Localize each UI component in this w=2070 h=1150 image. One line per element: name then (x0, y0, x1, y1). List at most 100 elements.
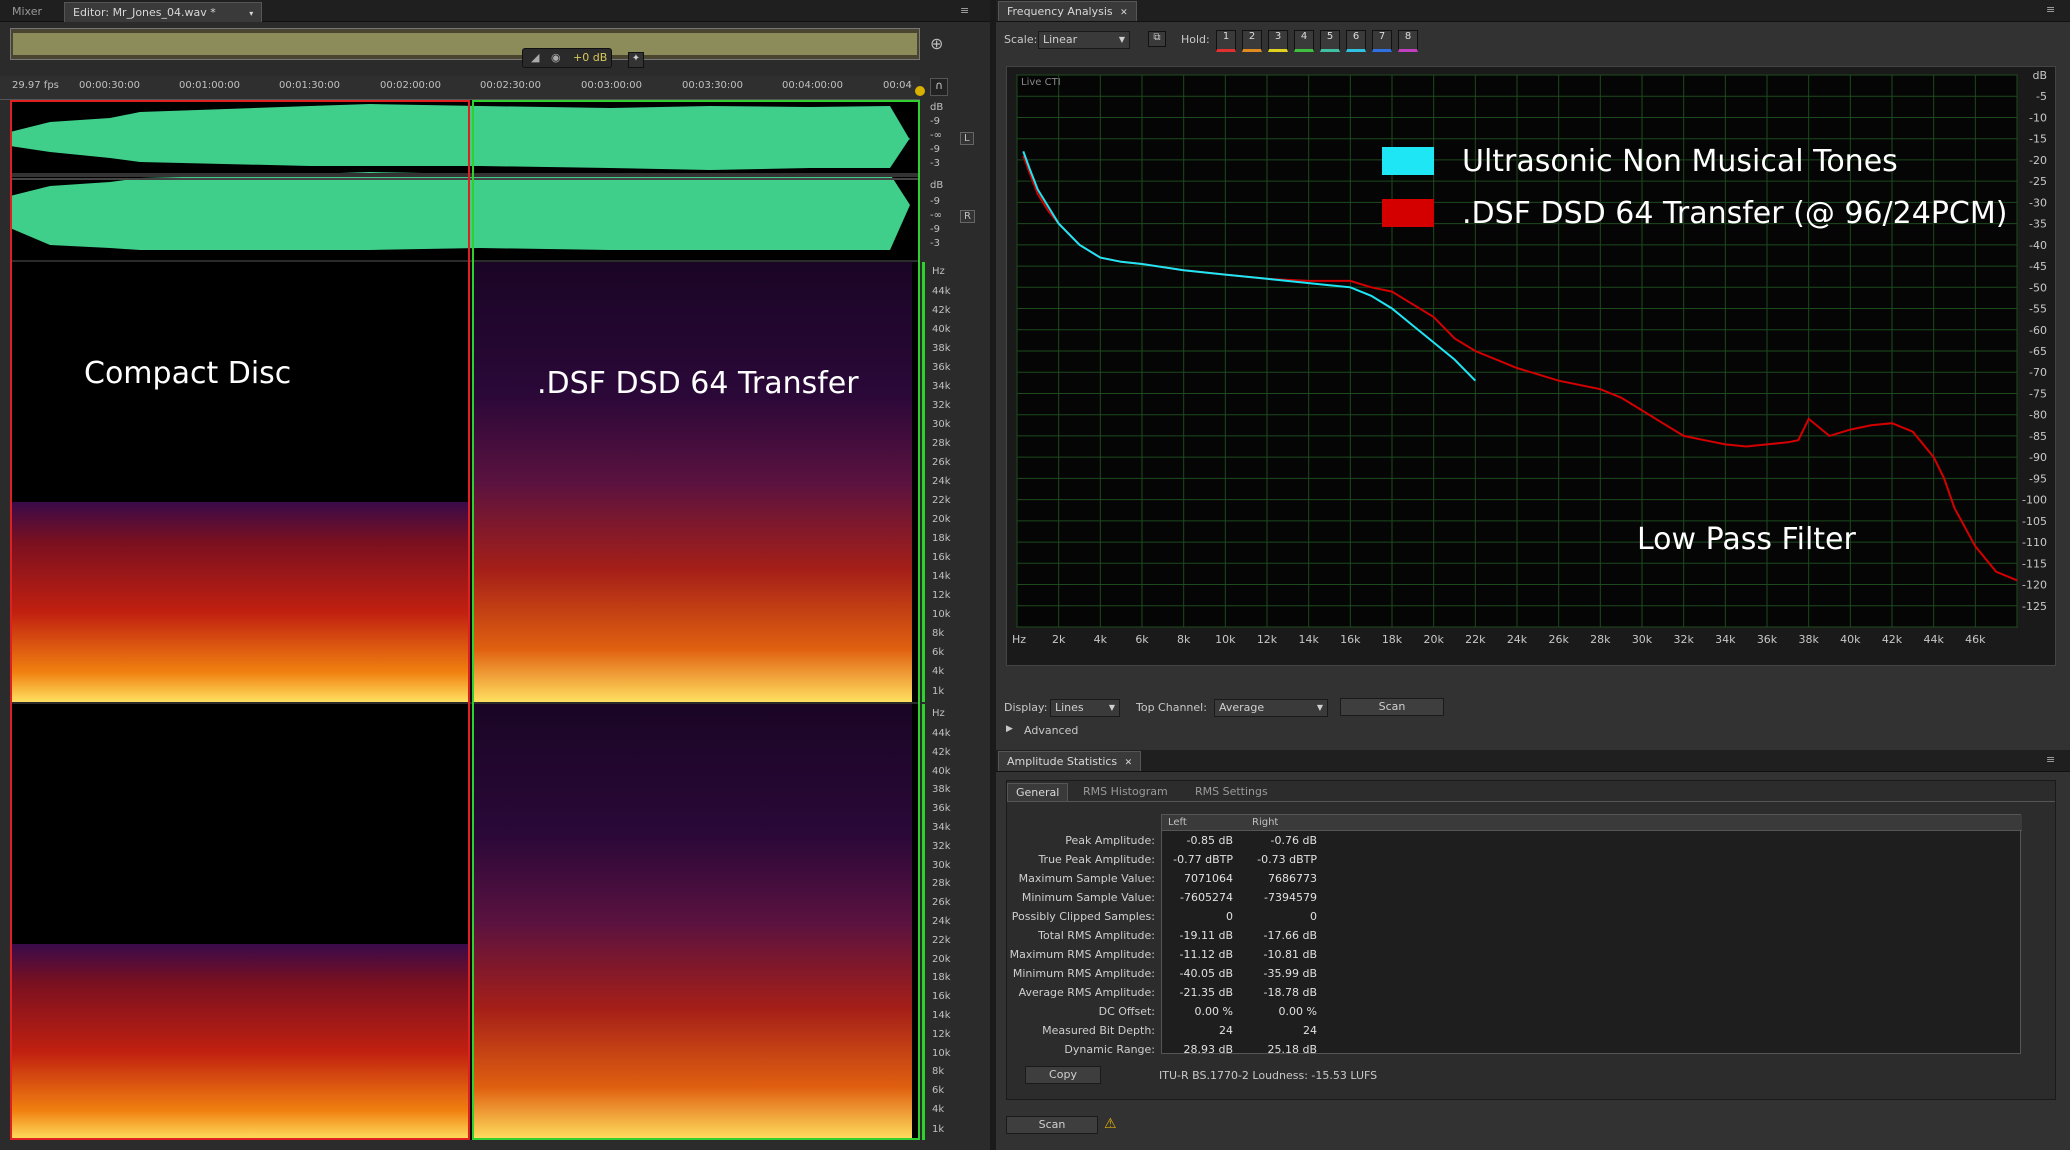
stats-right-value[interactable]: -7394579 (1247, 891, 1317, 904)
stats-right-value[interactable]: 0 (1247, 910, 1317, 923)
stats-right-value[interactable]: 0.00 % (1247, 1005, 1317, 1018)
playhead-marker[interactable] (915, 86, 925, 96)
expand-icon[interactable]: ▶ (1006, 724, 1013, 734)
channel-r-button[interactable]: R (960, 210, 975, 223)
editor-panel: Mixer Editor: Mr_Jones_04.wav * ▾ ≡ +0 d… (0, 0, 990, 1150)
hz-tick: 36k (932, 362, 951, 373)
stats-left-value[interactable]: -19.11 dB (1163, 929, 1234, 942)
stats-right-value[interactable]: 25.18 dB (1247, 1043, 1317, 1056)
scale-value: Linear (1043, 33, 1078, 46)
hold-button-6[interactable]: 6 (1346, 30, 1366, 52)
panel-menu-icon[interactable]: ≡ (2046, 753, 2055, 766)
col-left-header: Left (1168, 817, 1187, 828)
warning-icon: ⚠ (1104, 1116, 1117, 1132)
stats-right-value[interactable]: -0.73 dBTP (1247, 853, 1317, 866)
stats-left-value[interactable]: 24 (1163, 1024, 1233, 1037)
close-icon[interactable]: ✕ (1120, 8, 1128, 18)
stats-left-value[interactable]: 7071064 (1163, 872, 1233, 885)
stats-right-value[interactable]: -35.99 dB (1247, 967, 1318, 980)
hz-tick: 1k (932, 1124, 945, 1135)
stats-left-value[interactable]: -40.05 dB (1163, 967, 1234, 980)
stats-row-label: Maximum Sample Value: (1018, 872, 1155, 885)
x-tick-label: 14k (1298, 633, 1319, 646)
stats-right-value[interactable]: -18.78 dB (1247, 986, 1318, 999)
hold-button-3[interactable]: 3 (1268, 30, 1288, 52)
hud-gain[interactable]: +0 dB ◢ ◉ (522, 48, 612, 68)
hold-button-5[interactable]: 5 (1320, 30, 1340, 52)
amp-scan-button[interactable]: Scan (1006, 1116, 1098, 1134)
stats-right-value[interactable]: 24 (1247, 1024, 1317, 1037)
stats-left-value[interactable]: -7605274 (1163, 891, 1233, 904)
y-tick-label: -125 (2022, 600, 2047, 613)
y-tick-label: -90 (2029, 451, 2047, 464)
overview-strip[interactable] (10, 28, 920, 60)
amp-table-area: Left Right Peak Amplitude: -0.85 dB -0.76 … (1007, 801, 2055, 1101)
panel-menu-icon[interactable]: ≡ (2046, 3, 2055, 16)
y-tick-label: -100 (2022, 494, 2047, 507)
hold-button-2[interactable]: 2 (1242, 30, 1262, 52)
fps-label: 29.97 fps (12, 80, 59, 91)
copy-button[interactable]: Copy (1025, 1066, 1101, 1084)
x-tick-label: 2k (1052, 633, 1066, 646)
hold-button-4[interactable]: 4 (1294, 30, 1314, 52)
annotation-low-pass-filter: Low Pass Filter (1637, 522, 1856, 557)
stats-right-value[interactable]: -17.66 dB (1247, 929, 1318, 942)
pin-icon[interactable]: ✦ (628, 52, 644, 68)
stats-right-value[interactable]: 7686773 (1247, 872, 1317, 885)
hud-knob-icon[interactable]: ◉ (551, 49, 561, 67)
tab-general[interactable]: General (1007, 783, 1069, 801)
chevron-down-icon: ▼ (1118, 35, 1125, 44)
stats-left-value[interactable]: -0.77 dBTP (1163, 853, 1233, 866)
live-cti-label: Live CTI (1021, 77, 1061, 88)
hold-button-1[interactable]: 1 (1216, 30, 1236, 52)
zoom-icon[interactable]: ⊕ (930, 34, 943, 53)
loudness-readout: ITU-R BS.1770-2 Loudness: -15.53 LUFS (1159, 1069, 1378, 1082)
hz-tick: 40k (932, 324, 951, 335)
hz-tick: 30k (932, 419, 951, 430)
hold-buttons: 12345678 (1216, 30, 1418, 56)
amp-tabs: General RMS Histogram RMS Settings (1007, 781, 1307, 801)
stats-left-value[interactable]: -0.85 dB (1163, 834, 1234, 847)
top-channel-select[interactable]: Average ▼ (1214, 699, 1328, 717)
db-tick: -9 (930, 224, 940, 235)
tab-amplitude-statistics[interactable]: Amplitude Statistics ✕ (998, 751, 1142, 771)
stats-left-value[interactable]: -11.12 dB (1163, 948, 1234, 961)
tab-rms-histogram[interactable]: RMS Histogram (1075, 783, 1176, 801)
advanced-toggle[interactable]: Advanced (1024, 724, 1078, 737)
tab-mixer[interactable]: Mixer (4, 2, 50, 22)
hold-button-7[interactable]: 7 (1372, 30, 1392, 52)
tab-frequency-analysis[interactable]: Frequency Analysis ✕ (998, 1, 1137, 21)
timeline-ruler[interactable]: 29.97 fps 00:00:30:00 00:01:00:00 00:01:… (0, 76, 920, 100)
scale-select[interactable]: Linear ▼ (1038, 31, 1130, 49)
stats-row: Minimum Sample Value: -7605274 -7394579 (1007, 889, 2055, 908)
display-select[interactable]: Lines ▼ (1050, 699, 1120, 717)
hud-level-icon: ◢ (531, 51, 540, 64)
stats-right-value[interactable]: -0.76 dB (1247, 834, 1318, 847)
channel-l-button[interactable]: L (960, 132, 974, 145)
copy-icon[interactable]: ⧉ (1148, 31, 1166, 47)
stats-left-value[interactable]: -21.35 dB (1163, 986, 1234, 999)
y-tick-label: -110 (2022, 536, 2047, 549)
tab-rms-settings[interactable]: RMS Settings (1187, 783, 1276, 801)
y-tick-label: -60 (2029, 324, 2047, 337)
hz-tick: 34k (932, 381, 951, 392)
close-icon[interactable]: ✕ (1125, 758, 1133, 768)
freq-scan-button[interactable]: Scan (1340, 698, 1444, 716)
tab-menu-icon[interactable]: ▾ (249, 9, 253, 18)
stats-right-value[interactable]: -10.81 dB (1247, 948, 1318, 961)
stats-left-value[interactable]: 28.93 dB (1163, 1043, 1233, 1056)
stats-left-value[interactable]: 0 (1163, 910, 1233, 923)
headphones-icon[interactable]: ∩ (930, 78, 948, 96)
y-tick-label: -115 (2022, 557, 2047, 570)
y-tick-label: -40 (2029, 239, 2047, 252)
panel-menu-icon[interactable]: ≡ (960, 4, 969, 17)
stats-row: Maximum RMS Amplitude: -11.12 dB -10.81 dB (1007, 946, 2055, 965)
tab-editor[interactable]: Editor: Mr_Jones_04.wav * ▾ (64, 2, 263, 22)
hz-tick: 10k (932, 609, 951, 620)
frequency-chart[interactable]: Live CTI Hz 2k 4k 6k 8k 10k 12k 14k 16k 18k 20k 22k 2… (1006, 66, 2056, 666)
hold-button-8[interactable]: 8 (1398, 30, 1418, 52)
stats-left-value[interactable]: 0.00 % (1163, 1005, 1233, 1018)
hud-gain-value: +0 dB (573, 51, 608, 64)
stats-rows: Peak Amplitude: -0.85 dB -0.76 dB True Peak… (1007, 832, 2055, 1062)
annotation-dsf: .DSF DSD 64 Transfer (537, 366, 859, 401)
